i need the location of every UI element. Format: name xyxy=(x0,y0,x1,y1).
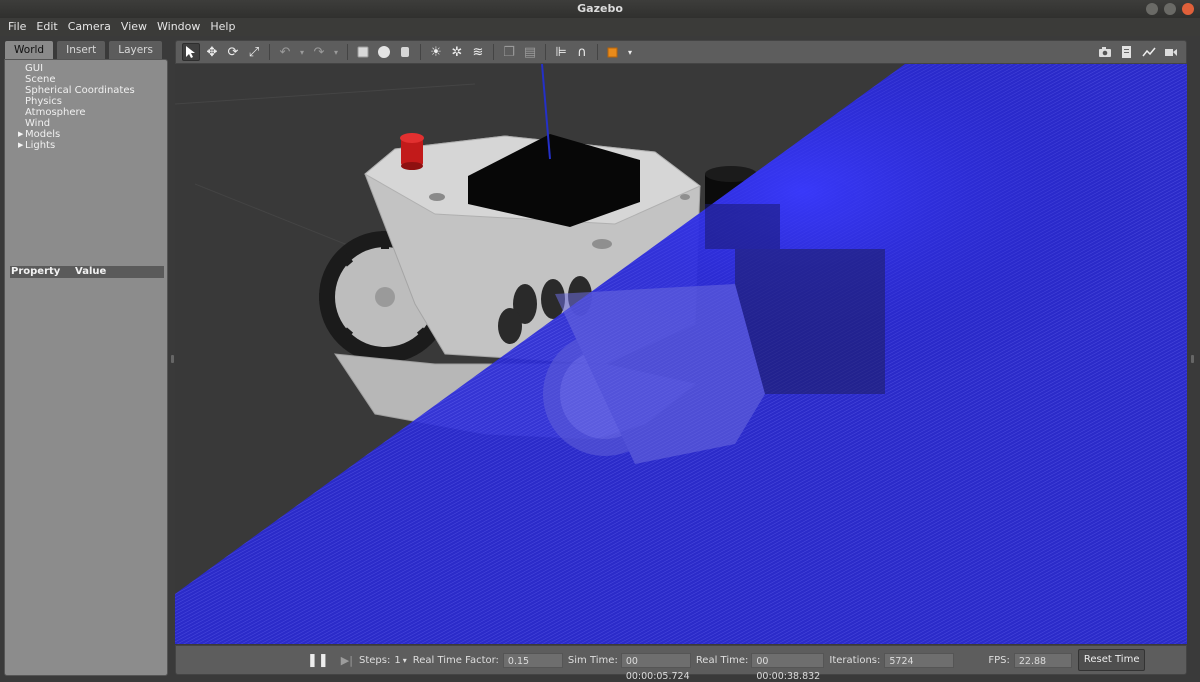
tree-item-scene[interactable]: Scene xyxy=(5,74,167,85)
3d-viewport[interactable] xyxy=(175,64,1187,644)
maximize-button[interactable] xyxy=(1164,3,1176,15)
sim-time-label: Sim Time: xyxy=(567,654,618,666)
tree-item-lights[interactable]: ▶ Lights xyxy=(5,140,167,151)
world-tree: GUI Scene Spherical Coordinates Physics … xyxy=(5,60,167,151)
world-panel: GUI Scene Spherical Coordinates Physics … xyxy=(4,59,168,676)
menu-file[interactable]: File xyxy=(4,18,30,36)
menu-window[interactable]: Window xyxy=(153,18,204,36)
toolbar-separator xyxy=(493,44,494,60)
expand-arrow-icon[interactable]: ▶ xyxy=(18,140,23,151)
snap-icon[interactable]: ∩ xyxy=(573,43,591,61)
property-table-header: Property Value xyxy=(10,266,164,278)
plot-icon[interactable] xyxy=(1140,43,1158,61)
scale-icon[interactable]: ⤢ xyxy=(245,43,263,61)
sim-time-field: 00 00:00:05.724 xyxy=(620,652,691,682)
toolbar: ✥ ⟳ ⤢ ↶ ▾ ↷ ▾ ☀ ✲ ≋ ❐ ▤ ⊫ ∩ ▾ xyxy=(175,40,1187,64)
real-time-field: 00 00:00:38.832 xyxy=(751,652,825,682)
tree-item-physics[interactable]: Physics xyxy=(5,96,167,107)
minimize-button[interactable] xyxy=(1146,3,1158,15)
menu-bar: File Edit Camera View Window Help xyxy=(0,18,1200,36)
point-light-icon[interactable]: ☀ xyxy=(427,43,445,61)
left-splitter-handle[interactable] xyxy=(171,355,174,363)
toolbar-separator xyxy=(269,44,270,60)
menu-edit[interactable]: Edit xyxy=(32,18,61,36)
steps-value[interactable]: 1 xyxy=(394,655,400,666)
tab-layers[interactable]: Layers xyxy=(108,40,163,59)
chassis-hole xyxy=(680,194,690,200)
reset-time-button[interactable]: Reset Time xyxy=(1077,649,1146,671)
box-icon[interactable] xyxy=(354,43,372,61)
cylinder-icon[interactable] xyxy=(396,43,414,61)
copy-icon[interactable]: ❐ xyxy=(500,43,518,61)
window-titlebar: Gazebo xyxy=(0,0,1200,18)
video-icon[interactable] xyxy=(1162,43,1180,61)
property-column-header: Property xyxy=(11,266,61,277)
iterations-field: 5724 xyxy=(884,652,955,668)
menu-view[interactable]: View xyxy=(117,18,151,36)
steps-label: Steps: xyxy=(358,654,391,666)
tab-world[interactable]: World xyxy=(4,40,55,59)
expand-arrow-icon[interactable]: ▶ xyxy=(18,129,23,140)
redo-history-chevron-icon[interactable]: ▾ xyxy=(331,43,341,61)
view-angle-icon[interactable] xyxy=(604,43,622,61)
tree-item-models[interactable]: ▶ Models xyxy=(5,129,167,140)
iterations-label: Iterations: xyxy=(829,654,881,666)
menu-camera[interactable]: Camera xyxy=(64,18,115,36)
window-title: Gazebo xyxy=(577,2,623,15)
paste-icon[interactable]: ▤ xyxy=(521,43,539,61)
undo-icon[interactable]: ↶ xyxy=(276,43,294,61)
undo-history-chevron-icon[interactable]: ▾ xyxy=(297,43,307,61)
lidar-sensor xyxy=(400,133,424,170)
log-icon[interactable] xyxy=(1118,43,1136,61)
panel-tabs: World Insert Layers xyxy=(4,40,170,59)
redo-icon[interactable]: ↷ xyxy=(310,43,328,61)
pause-icon[interactable]: ❚❚ xyxy=(307,653,329,668)
rotate-icon[interactable]: ⟳ xyxy=(224,43,242,61)
align-icon[interactable]: ⊫ xyxy=(552,43,570,61)
view-angle-chevron-icon[interactable]: ▾ xyxy=(625,43,635,61)
tree-item-wind[interactable]: Wind xyxy=(5,118,167,129)
simulation-control-bar: ❚❚ ▶| Steps: 1 ▾ Real Time Factor: 0.15 … xyxy=(175,645,1187,682)
menu-help[interactable]: Help xyxy=(206,18,239,36)
tree-item-spherical-coordinates[interactable]: Spherical Coordinates xyxy=(5,85,167,96)
real-time-factor-field: 0.15 xyxy=(502,652,563,668)
tab-insert[interactable]: Insert xyxy=(56,40,107,59)
tree-item-atmosphere[interactable]: Atmosphere xyxy=(5,107,167,118)
sphere-icon[interactable] xyxy=(375,43,393,61)
step-icon[interactable]: ▶| xyxy=(341,654,353,667)
toolbar-separator xyxy=(597,44,598,60)
toolbar-separator xyxy=(420,44,421,60)
fps-label: FPS: xyxy=(988,654,1010,666)
grid-line xyxy=(175,83,476,105)
chassis-hole xyxy=(592,239,612,249)
fps-field: 22.88 xyxy=(1013,652,1072,668)
steps-spinner-icon[interactable]: ▾ xyxy=(403,656,407,665)
chassis-hole xyxy=(429,193,445,201)
toolbar-separator xyxy=(347,44,348,60)
real-time-factor-label: Real Time Factor: xyxy=(412,654,499,666)
select-icon[interactable] xyxy=(182,43,200,61)
tree-item-gui[interactable]: GUI xyxy=(5,63,167,74)
scene-render xyxy=(175,64,1187,644)
value-column-header: Value xyxy=(75,266,107,277)
toolbar-separator xyxy=(545,44,546,60)
right-splitter-handle[interactable] xyxy=(1191,355,1194,363)
screenshot-icon[interactable] xyxy=(1096,43,1114,61)
directional-light-icon[interactable]: ≋ xyxy=(469,43,487,61)
left-panel: World Insert Layers GUI Scene Spherical … xyxy=(4,40,170,678)
spot-light-icon[interactable]: ✲ xyxy=(448,43,466,61)
close-button[interactable] xyxy=(1182,3,1194,15)
real-time-label: Real Time: xyxy=(695,654,749,666)
translate-icon[interactable]: ✥ xyxy=(203,43,221,61)
